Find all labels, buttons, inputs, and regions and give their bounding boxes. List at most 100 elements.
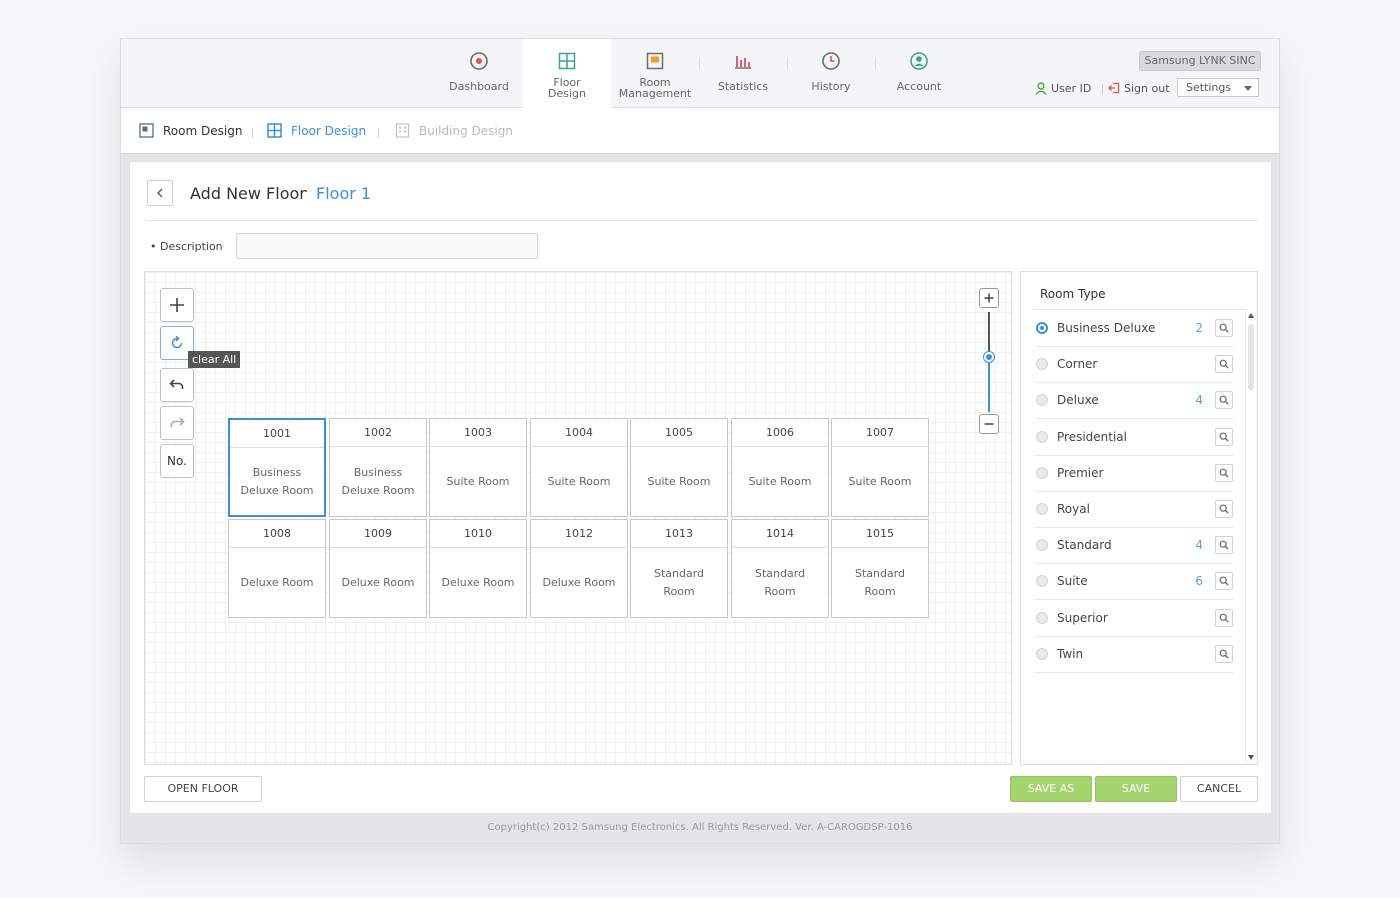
room-type-radio[interactable]	[1036, 467, 1048, 479]
nav-history[interactable]: History	[787, 39, 875, 107]
scroll-down-icon[interactable]	[1248, 755, 1254, 760]
zoom-in-button[interactable]	[979, 288, 999, 308]
room-tile[interactable]: 1001 Business Deluxe Room	[228, 418, 326, 517]
search-icon	[1219, 323, 1229, 333]
room-tile[interactable]: 1010 Deluxe Room	[429, 519, 527, 618]
room-type-scrollbar[interactable]	[1245, 310, 1257, 763]
room-type-radio[interactable]	[1036, 358, 1048, 370]
room-type-row[interactable]: Royal	[1035, 491, 1233, 528]
room-type-radio[interactable]	[1036, 394, 1048, 406]
room-type-radio[interactable]	[1036, 612, 1048, 624]
save-button[interactable]: SAVE	[1095, 776, 1177, 802]
room-type-radio[interactable]	[1036, 322, 1048, 334]
plus-icon	[170, 298, 184, 312]
room-type-search-button[interactable]	[1215, 500, 1233, 518]
room-number: 1013	[665, 527, 693, 540]
room-tile[interactable]: 1002 Business Deluxe Room	[329, 418, 427, 517]
room-type-row[interactable]: Suite 6	[1035, 563, 1233, 600]
back-button[interactable]	[147, 180, 173, 206]
room-type-row[interactable]: Superior	[1035, 600, 1233, 637]
scrollbar-thumb[interactable]	[1248, 324, 1254, 390]
room-tile[interactable]: 1015 Standard Room	[831, 519, 929, 618]
settings-label: Settings	[1186, 81, 1232, 94]
room-number: 1006	[766, 426, 794, 439]
room-type-radio[interactable]	[1036, 503, 1048, 515]
subnav-room-design-label: Room Design	[163, 124, 243, 138]
room-icon	[646, 52, 664, 70]
room-tile[interactable]: 1009 Deluxe Room	[329, 519, 427, 618]
save-as-button[interactable]: SAVE AS	[1010, 776, 1092, 802]
room-type-search-button[interactable]	[1215, 355, 1233, 373]
room-tile[interactable]: 1014 Standard Room	[731, 519, 829, 618]
user-icon	[1035, 82, 1047, 95]
room-tile[interactable]: 1005 Suite Room	[630, 418, 728, 517]
room-type-radio[interactable]	[1036, 539, 1048, 551]
room-tile[interactable]: 1013 Standard Room	[630, 519, 728, 618]
room-type-radio[interactable]	[1036, 575, 1048, 587]
undo-button[interactable]	[160, 368, 194, 402]
room-type-row[interactable]: Business Deluxe 2	[1035, 310, 1233, 347]
user-id-label: User ID	[1051, 82, 1092, 95]
room-type-label: Deluxe Room	[240, 575, 314, 589]
room-type-radio[interactable]	[1036, 648, 1048, 660]
redo-button[interactable]	[160, 406, 194, 440]
room-type-row[interactable]: Standard 4	[1035, 527, 1233, 564]
clock-icon	[822, 52, 840, 70]
floor-canvas[interactable]: clear All No. 1001 Business Deluxe Room …	[144, 271, 1012, 765]
room-type-search-button[interactable]	[1215, 319, 1233, 337]
undo-icon	[169, 379, 184, 389]
room-type-row[interactable]: Corner	[1035, 346, 1233, 383]
room-type-row[interactable]: Presidential	[1035, 419, 1233, 456]
subnav-separator	[252, 128, 253, 138]
room-type-search-button[interactable]	[1215, 645, 1233, 663]
settings-dropdown[interactable]: Settings	[1177, 78, 1259, 97]
room-type-search-button[interactable]	[1215, 391, 1233, 409]
header-separator	[1102, 84, 1103, 94]
room-number: 1003	[464, 426, 492, 439]
divider	[330, 547, 426, 548]
room-type-name: Royal	[1057, 502, 1090, 516]
add-room-button[interactable]	[160, 288, 194, 322]
room-type-search-button[interactable]	[1215, 609, 1233, 627]
room-type-search-button[interactable]	[1215, 464, 1233, 482]
nav-account[interactable]: Account	[875, 39, 963, 107]
room-type-row[interactable]: Twin	[1035, 636, 1233, 673]
room-type-count: 4	[1195, 393, 1203, 407]
nav-statistics-label: Statistics	[717, 80, 769, 93]
open-floor-button[interactable]: OPEN FLOOR	[144, 776, 262, 802]
search-icon	[1219, 613, 1229, 623]
divider	[732, 446, 828, 447]
description-label: • Description	[150, 240, 223, 253]
divider	[631, 446, 727, 447]
sign-out-label: Sign out	[1124, 82, 1170, 95]
room-type-radio[interactable]	[1036, 431, 1048, 443]
room-tile[interactable]: 1012 Deluxe Room	[530, 519, 628, 618]
room-tile[interactable]: 1006 Suite Room	[731, 418, 829, 517]
search-icon	[1219, 432, 1229, 442]
room-tile[interactable]: 1004 Suite Room	[530, 418, 628, 517]
scroll-up-icon[interactable]	[1248, 313, 1254, 318]
room-type-search-button[interactable]	[1215, 536, 1233, 554]
room-tile[interactable]: 1003 Suite Room	[429, 418, 527, 517]
room-tile[interactable]: 1007 Suite Room	[831, 418, 929, 517]
nav-dashboard[interactable]: Dashboard	[435, 39, 523, 107]
room-number-button[interactable]: No.	[160, 444, 194, 478]
room-type-row[interactable]: Premier	[1035, 455, 1233, 492]
room-type-search-button[interactable]	[1215, 428, 1233, 446]
room-number: 1015	[866, 527, 894, 540]
cancel-button[interactable]: CANCEL	[1180, 776, 1258, 802]
nav-statistics[interactable]: Statistics	[699, 39, 787, 107]
nav-room-management[interactable]: Room Management	[611, 39, 699, 107]
zoom-slider-handle[interactable]	[984, 352, 994, 362]
account-icon	[910, 52, 928, 70]
room-type-row[interactable]: Deluxe 4	[1035, 382, 1233, 419]
description-input[interactable]	[236, 233, 538, 259]
clear-all-tooltip: clear All	[188, 351, 241, 368]
divider	[631, 547, 727, 548]
nav-floor-design[interactable]: Floor Design	[523, 39, 611, 108]
zoom-out-button[interactable]	[979, 414, 999, 434]
subnav-floor-design-label: Floor Design	[291, 124, 367, 138]
divider	[146, 220, 1258, 221]
room-tile[interactable]: 1008 Deluxe Room	[228, 519, 326, 618]
room-type-search-button[interactable]	[1215, 572, 1233, 590]
